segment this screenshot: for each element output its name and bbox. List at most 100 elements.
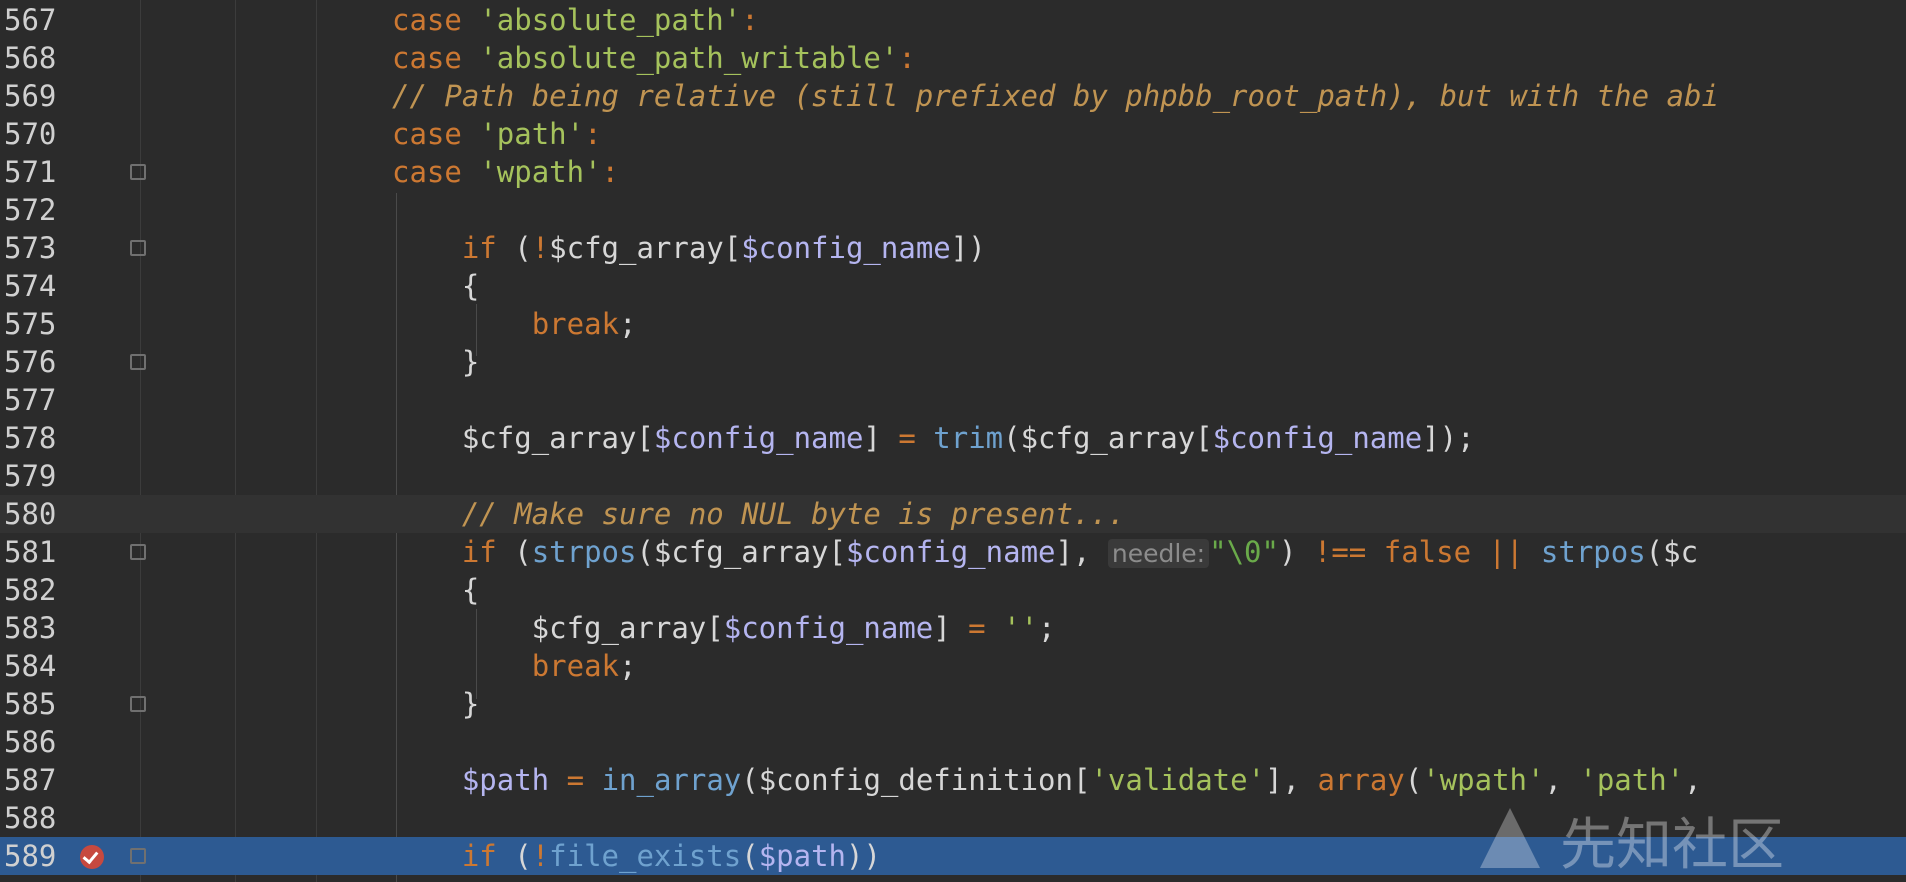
code-line[interactable]: 577: [0, 381, 1906, 419]
code-line[interactable]: 579: [0, 457, 1906, 495]
fold-marker-icon[interactable]: [130, 544, 146, 560]
code-line[interactable]: 567 case 'absolute_path':: [0, 1, 1906, 39]
parameter-hint: needle:: [1107, 539, 1210, 568]
line-number[interactable]: 584: [4, 647, 60, 685]
line-number[interactable]: 585: [4, 685, 60, 723]
code-token: }: [392, 345, 480, 379]
code-text[interactable]: // Make sure no NUL byte is present...: [392, 495, 1125, 533]
fold-marker-icon[interactable]: [130, 240, 146, 256]
line-number[interactable]: 580: [4, 495, 60, 533]
line-number[interactable]: 586: [4, 723, 60, 761]
code-text[interactable]: }: [392, 343, 479, 381]
code-token: (: [496, 231, 532, 265]
line-number[interactable]: 583: [4, 609, 60, 647]
code-token: if: [461, 535, 497, 569]
line-number[interactable]: 588: [4, 799, 60, 837]
line-number[interactable]: 567: [4, 1, 60, 39]
line-number[interactable]: 570: [4, 115, 60, 153]
code-line[interactable]: 569 // Path being relative (still prefixe…: [0, 77, 1906, 115]
code-text[interactable]: break;: [392, 305, 637, 343]
fold-marker-icon[interactable]: [130, 848, 146, 864]
code-token: $config_name: [653, 421, 864, 455]
line-number[interactable]: 577: [4, 381, 60, 419]
code-token: ;: [619, 307, 637, 341]
line-number[interactable]: 589: [4, 837, 60, 875]
line-number[interactable]: 571: [4, 153, 60, 191]
code-text[interactable]: $path = in_array($config_definition['val…: [392, 761, 1702, 799]
line-number[interactable]: 581: [4, 533, 60, 571]
code-line[interactable]: 580 // Make sure no NUL byte is present.…: [0, 495, 1906, 533]
fold-marker-icon[interactable]: [130, 354, 146, 370]
line-number[interactable]: 574: [4, 267, 60, 305]
code-text[interactable]: }: [392, 685, 479, 723]
code-token: ||: [1488, 535, 1524, 569]
code-line[interactable]: 576 }: [0, 343, 1906, 381]
code-token: (: [496, 839, 532, 873]
code-token: 'validate': [1090, 763, 1266, 797]
fold-marker-icon[interactable]: [130, 164, 146, 180]
line-number[interactable]: 578: [4, 419, 60, 457]
code-line[interactable]: 585 }: [0, 685, 1906, 723]
code-token: ($config_definition[: [741, 763, 1091, 797]
line-number[interactable]: 587: [4, 761, 60, 799]
fold-marker-icon[interactable]: [130, 696, 146, 712]
line-number[interactable]: 569: [4, 77, 60, 115]
code-line[interactable]: 578 $cfg_array[$config_name] = trim($cfg…: [0, 419, 1906, 457]
code-token: ;: [619, 649, 637, 683]
line-number[interactable]: 573: [4, 229, 60, 267]
line-number[interactable]: 572: [4, 191, 60, 229]
line-number[interactable]: 575: [4, 305, 60, 343]
code-text[interactable]: if (!$cfg_array[$config_name]): [392, 229, 986, 267]
line-number[interactable]: 579: [4, 457, 60, 495]
breakpoint-check-icon[interactable]: [80, 845, 104, 869]
code-line[interactable]: 584 break;: [0, 647, 1906, 685]
code-text[interactable]: {: [392, 571, 479, 609]
code-token: case: [392, 3, 480, 37]
code-line[interactable]: 571 case 'wpath':: [0, 153, 1906, 191]
line-number[interactable]: 568: [4, 39, 60, 77]
code-text[interactable]: if (!file_exists($path)): [392, 837, 881, 875]
code-token: ($c: [1645, 535, 1699, 569]
code-token: $path: [758, 839, 846, 873]
line-number[interactable]: 582: [4, 571, 60, 609]
code-token: 'wpath': [479, 155, 602, 189]
code-text[interactable]: case 'path':: [392, 115, 602, 153]
code-token: file_exists: [549, 839, 742, 873]
code-text[interactable]: // Path being relative (still prefixed b…: [392, 77, 1719, 115]
code-line[interactable]: 568 case 'absolute_path_writable':: [0, 39, 1906, 77]
code-text[interactable]: break;: [392, 647, 637, 685]
code-line[interactable]: 583 $cfg_array[$config_name] = '';: [0, 609, 1906, 647]
code-token: 'path': [479, 117, 585, 151]
code-token: strpos: [1540, 535, 1646, 569]
code-text[interactable]: case 'wpath':: [392, 153, 619, 191]
code-token: $cfg_array[: [392, 611, 724, 645]
code-text[interactable]: $cfg_array[$config_name] = trim($cfg_arr…: [392, 419, 1475, 457]
code-token: "\0": [1209, 535, 1279, 569]
code-editor[interactable]: 567 case 'absolute_path': 568 case 'absolut…: [0, 0, 1906, 882]
code-line[interactable]: 586: [0, 723, 1906, 761]
code-token: !==: [1313, 535, 1367, 569]
line-number[interactable]: 576: [4, 343, 60, 381]
code-token: 'wpath': [1422, 763, 1545, 797]
code-line[interactable]: 581 if (strpos($cfg_array[$config_name],…: [0, 533, 1906, 571]
code-token: ($cfg_array[: [1003, 421, 1213, 455]
code-text[interactable]: case 'absolute_path_writable':: [392, 39, 916, 77]
code-line[interactable]: 587 $path = in_array($config_definition[…: [0, 761, 1906, 799]
code-text[interactable]: {: [392, 267, 479, 305]
code-text[interactable]: if (strpos($cfg_array[$config_name], nee…: [392, 533, 1698, 573]
code-token: // Path being relative (still prefixed b…: [392, 79, 1719, 113]
code-line[interactable]: 570 case 'path':: [0, 115, 1906, 153]
code-line[interactable]: 582 {: [0, 571, 1906, 609]
code-text[interactable]: case 'absolute_path':: [392, 1, 759, 39]
code-line[interactable]: 575 break;: [0, 305, 1906, 343]
code-text[interactable]: $cfg_array[$config_name] = '';: [392, 609, 1056, 647]
code-line[interactable]: 573 if (!$cfg_array[$config_name]): [0, 229, 1906, 267]
code-line[interactable]: 574 {: [0, 267, 1906, 305]
code-line[interactable]: 572: [0, 191, 1906, 229]
